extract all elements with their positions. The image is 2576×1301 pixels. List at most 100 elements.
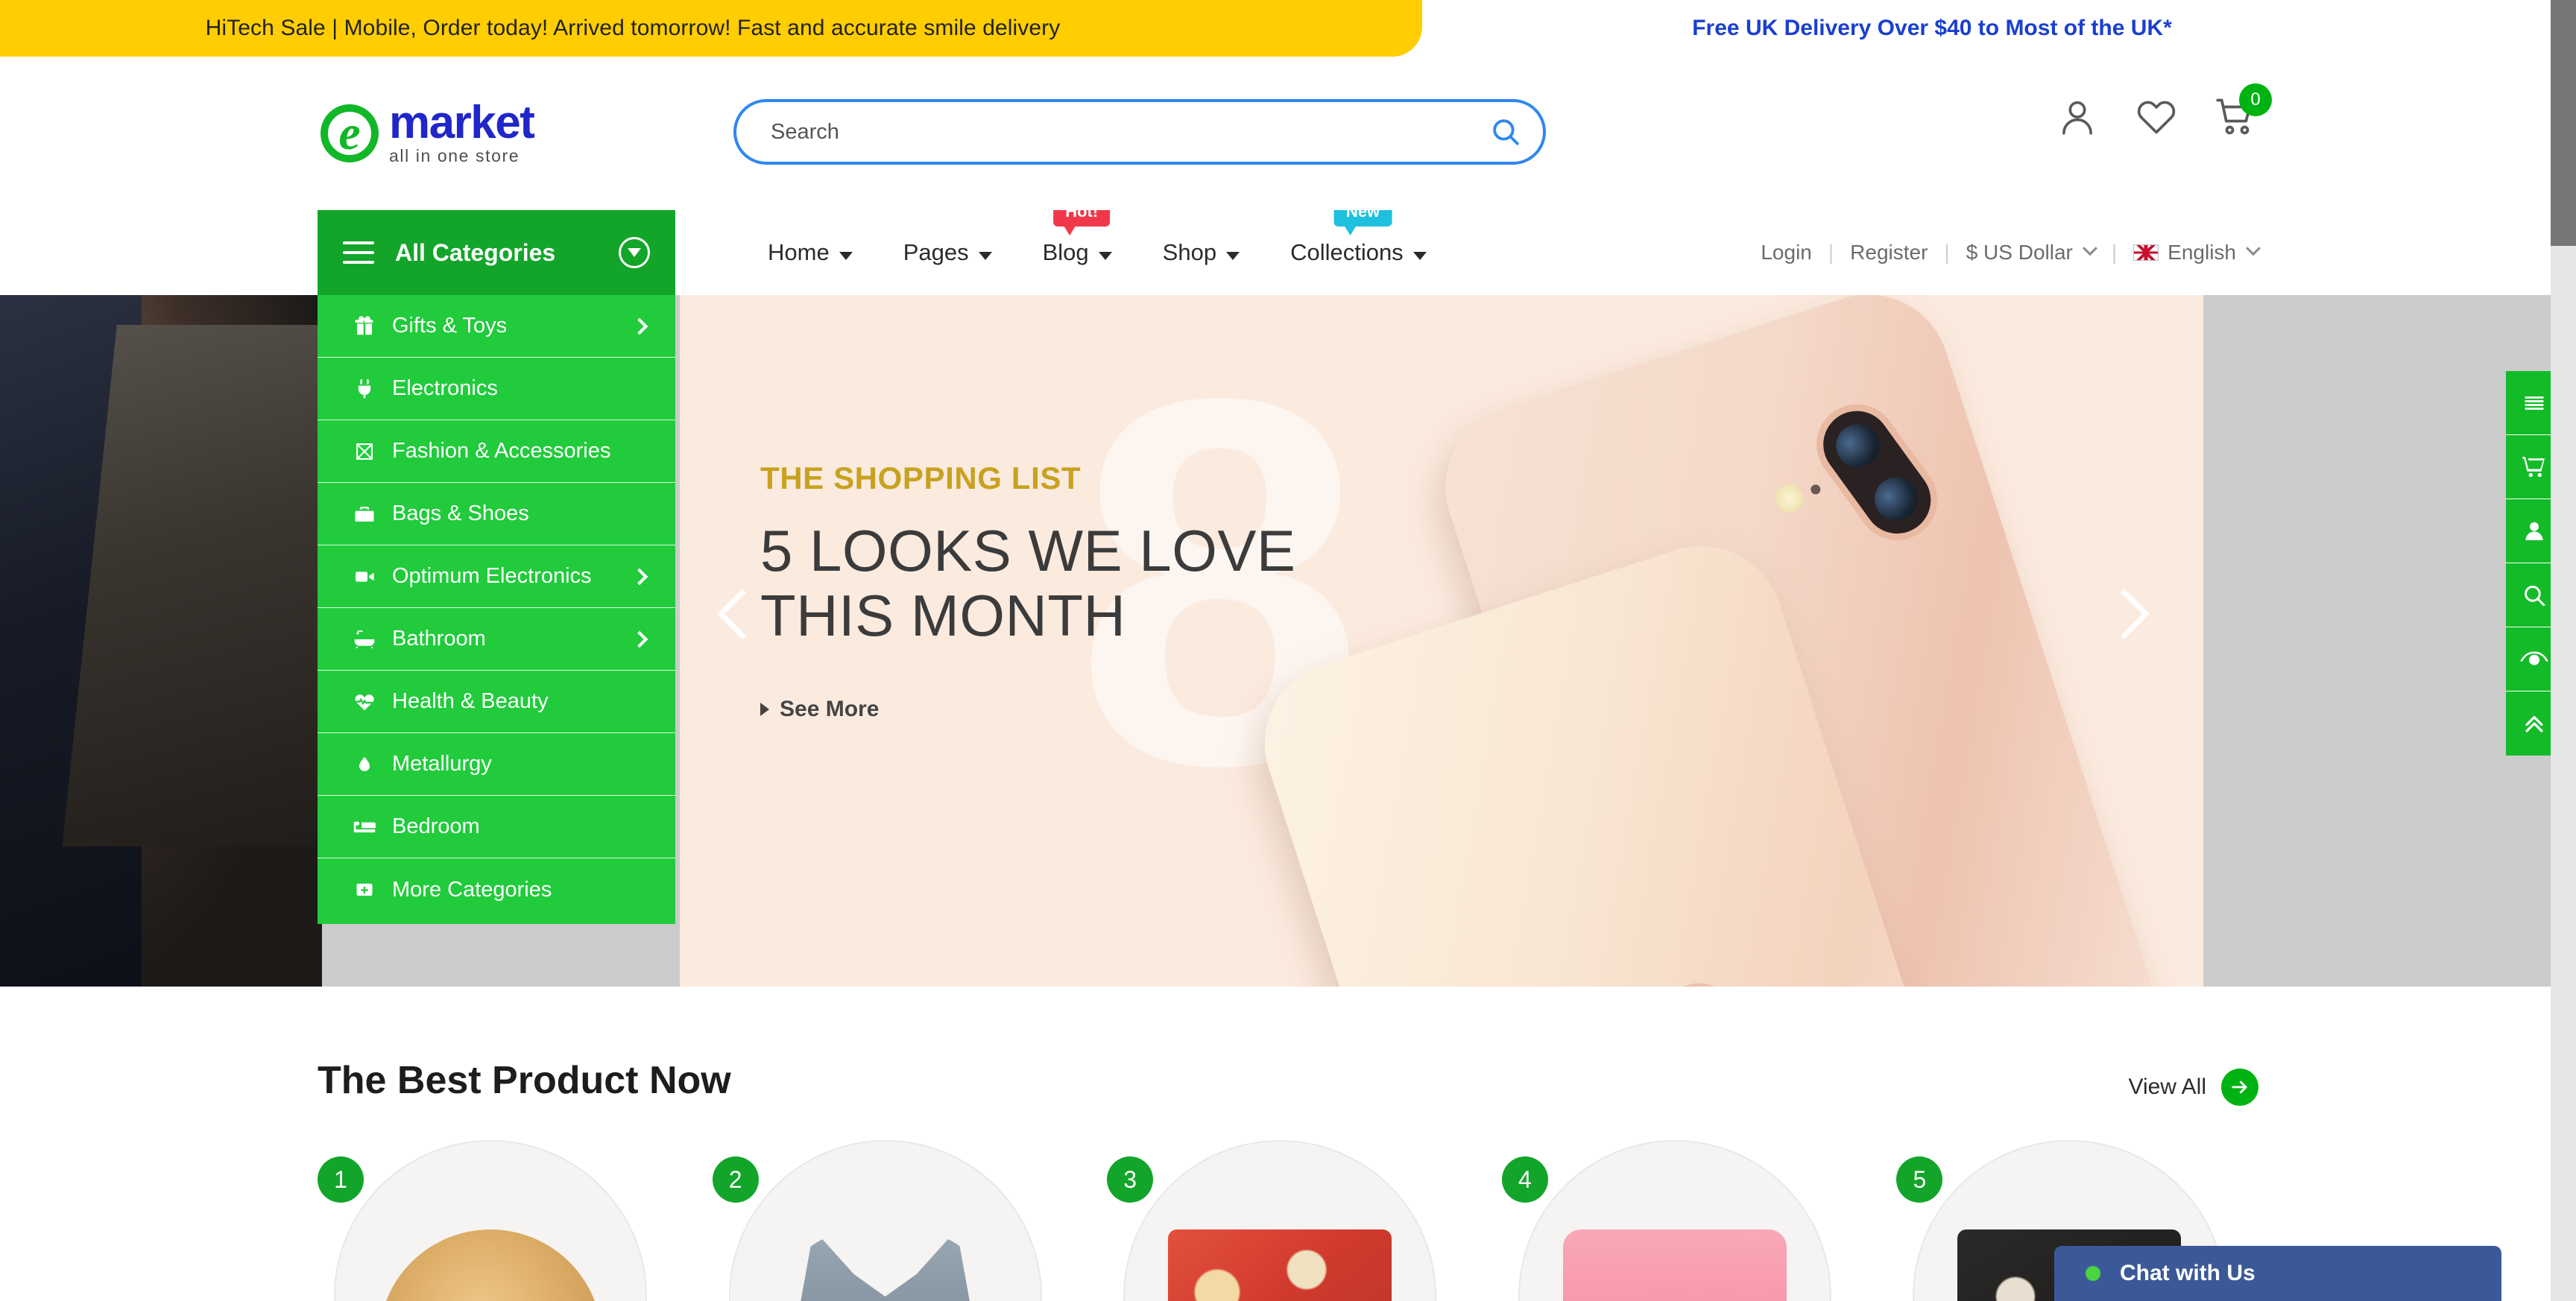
logo-tagline: all in one store: [389, 146, 520, 166]
product-card[interactable]: 2: [712, 1140, 1075, 1301]
logo-wordmark: market: [389, 96, 535, 148]
main-menu: Home Pages Hot! Blog Shop New Collection…: [742, 198, 1452, 295]
cart-count-badge: 0: [2239, 83, 2272, 116]
account-icon-button[interactable]: [2054, 94, 2100, 140]
uk-flag-icon: [2133, 244, 2159, 261]
language-selector[interactable]: English: [2133, 241, 2261, 265]
bathtub-icon: [349, 627, 380, 651]
logo-letter-e: e: [338, 106, 361, 160]
chevron-down-icon: [2246, 241, 2261, 256]
chevron-down-circle-icon: [619, 237, 650, 268]
all-categories-button[interactable]: All Categories: [318, 210, 675, 295]
search-input[interactable]: [736, 102, 1468, 162]
hero-see-more-link[interactable]: See More: [760, 697, 1295, 722]
logo-emark-icon: e: [318, 101, 382, 165]
category-label: Bedroom: [392, 814, 480, 838]
page-scrollbar[interactable]: [2551, 0, 2576, 1301]
separator: |: [1944, 241, 1950, 264]
hero-prev-arrow[interactable]: [717, 589, 777, 686]
user-utility-menu: Login | Register | $ US Dollar | English: [1761, 210, 2261, 295]
product-image: [1168, 1229, 1392, 1301]
category-menu: Gifts & Toys Electronics Fashion & Acces…: [318, 295, 675, 924]
hamburger-icon: [343, 241, 374, 264]
product-card[interactable]: 1: [318, 1140, 680, 1301]
language-label: English: [2168, 241, 2236, 264]
chevron-right-icon: [631, 317, 648, 335]
product-number-badge: 3: [1107, 1156, 1154, 1203]
chat-label: Chat with Us: [2120, 1261, 2255, 1285]
chevron-down-icon: [2082, 241, 2097, 256]
view-all-button[interactable]: View All: [2128, 1069, 2258, 1106]
nav-item-collections[interactable]: New Collections: [1265, 198, 1452, 295]
separator: |: [1828, 241, 1834, 264]
login-link[interactable]: Login: [1761, 241, 1812, 265]
arrow-right-circle-icon: [2221, 1069, 2258, 1106]
hero-next-arrow[interactable]: [2099, 589, 2159, 686]
cart-icon-button[interactable]: 0: [2212, 83, 2272, 140]
category-item-bedroom[interactable]: Bedroom: [318, 796, 675, 858]
product-image: [773, 1229, 997, 1301]
dual-camera: [1800, 388, 1954, 557]
search-submit-button[interactable]: [1468, 102, 1543, 162]
product-image-frame: [334, 1140, 647, 1301]
category-label: Bags & Shoes: [392, 501, 529, 525]
cart-icon: [2522, 456, 2545, 477]
chevron-right-icon: [631, 568, 648, 585]
nav-item-pages[interactable]: Pages: [878, 210, 1017, 295]
product-number-badge: 2: [712, 1156, 759, 1203]
site-logo[interactable]: e market all in one store: [318, 92, 564, 174]
hero-text-block: THE SHOPPING LIST 5 LOOKS WE LOVE THIS M…: [760, 460, 1295, 722]
nav-item-shop[interactable]: Shop: [1137, 210, 1265, 295]
nav-item-blog[interactable]: Hot! Blog: [1017, 198, 1137, 295]
chevron-down-icon: [839, 251, 853, 260]
announcement-bar: HiTech Sale | Mobile, Order today! Arriv…: [0, 0, 2576, 57]
scrollbar-thumb[interactable]: [2551, 0, 2576, 246]
header-icon-group: 0: [2054, 83, 2272, 140]
hero-kicker: THE SHOPPING LIST: [760, 460, 1082, 496]
bed-icon: [349, 814, 380, 840]
wishlist-icon-button[interactable]: [2133, 94, 2179, 140]
product-number-badge: 4: [1501, 1156, 1548, 1203]
wishlist-heart-icon: [2137, 101, 2176, 134]
product-image-frame: [1123, 1140, 1437, 1301]
menu-icon: [2525, 396, 2544, 410]
eye-icon: [2520, 650, 2548, 665]
product-card[interactable]: 4: [1501, 1140, 1864, 1301]
category-item-fashion-accessories[interactable]: Fashion & Accessories: [318, 420, 675, 483]
heartbeat-icon: [349, 690, 380, 714]
category-item-bags-shoes[interactable]: Bags & Shoes: [318, 483, 675, 545]
category-item-health-beauty[interactable]: Health & Beauty: [318, 671, 675, 733]
product-number-badge: 1: [318, 1156, 364, 1203]
product-card[interactable]: 3: [1107, 1140, 1469, 1301]
category-item-bathroom[interactable]: Bathroom: [318, 608, 675, 671]
nav-label: Shop: [1162, 239, 1217, 265]
category-item-metallurgy[interactable]: Metallurgy: [318, 733, 675, 796]
product-image: [379, 1229, 602, 1301]
hero-left-photo: [0, 295, 322, 987]
video-icon: [349, 565, 380, 589]
briefcase-icon: [349, 503, 380, 525]
search-bar[interactable]: [733, 99, 1546, 165]
nav-item-home[interactable]: Home: [742, 210, 878, 295]
category-label: Bathroom: [392, 627, 486, 650]
category-item-more-categories[interactable]: More Categories: [318, 858, 675, 921]
microphone-dot: [1809, 483, 1822, 496]
chat-widget[interactable]: Chat with Us: [2054, 1246, 2501, 1301]
chevron-right-icon: [631, 630, 648, 648]
flash-led: [1771, 481, 1808, 516]
account-icon: [2062, 101, 2092, 135]
chevron-down-icon: [1098, 251, 1112, 260]
category-item-electronics[interactable]: Electronics: [318, 358, 675, 420]
register-link[interactable]: Register: [1850, 241, 1928, 265]
category-label: More Categories: [392, 877, 552, 902]
separator: |: [2111, 241, 2118, 264]
product-image-frame: [728, 1140, 1042, 1301]
category-item-gifts-toys[interactable]: Gifts & Toys: [318, 295, 675, 358]
page-title: The Best Product Now: [318, 1059, 731, 1102]
promo-banner: HiTech Sale | Mobile, Order today! Arriv…: [0, 0, 1422, 57]
currency-selector[interactable]: $ US Dollar: [1966, 241, 2097, 265]
category-label: Optimum Electronics: [392, 564, 592, 588]
category-item-optimum-electronics[interactable]: Optimum Electronics: [318, 545, 675, 608]
category-label: Fashion & Accessories: [392, 439, 611, 463]
plug-icon: [349, 378, 380, 400]
